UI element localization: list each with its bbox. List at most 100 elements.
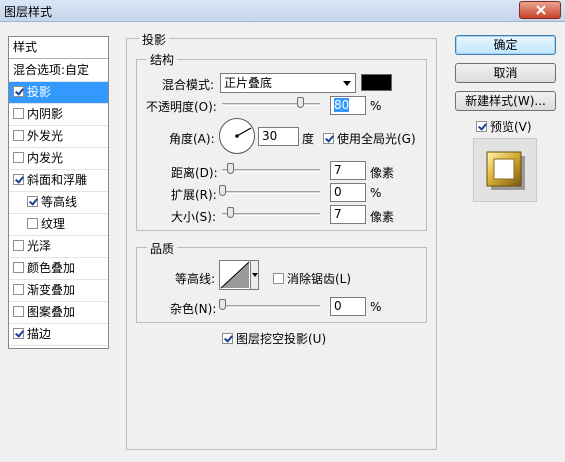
sidebar-item-checkbox[interactable] — [13, 306, 24, 317]
sidebar-item-label: 颜色叠加 — [27, 261, 76, 275]
preview-check — [476, 121, 487, 132]
distance-slider-thumb[interactable] — [227, 163, 234, 174]
sidebar-item-checkbox[interactable] — [13, 284, 24, 295]
spread-slider-thumb[interactable] — [219, 185, 226, 196]
blend-mode-value: 正片叠底 — [224, 76, 273, 90]
opacity-slider-thumb[interactable] — [297, 97, 304, 108]
sidebar-item-label: 斜面和浮雕 — [27, 173, 88, 187]
spread-slider-track[interactable] — [222, 191, 320, 194]
sidebar-item-checkbox[interactable] — [13, 240, 24, 251]
opacity-slider-track[interactable] — [222, 103, 320, 106]
close-button[interactable] — [519, 1, 561, 19]
sidebar-item-label: 投影 — [27, 85, 52, 99]
distance-slider-track[interactable] — [222, 169, 320, 172]
ok-button[interactable]: 确定 — [455, 35, 556, 55]
spread-input[interactable]: 0 — [330, 183, 366, 202]
distance-input[interactable]: 7 — [330, 161, 366, 180]
size-slider-track[interactable] — [222, 213, 320, 216]
size-input[interactable]: 7 — [330, 205, 366, 224]
sidebar-item-checkbox[interactable] — [27, 196, 38, 207]
close-icon — [536, 5, 546, 15]
sidebar-item-checkbox[interactable] — [13, 152, 24, 163]
sidebar-item-label: 描边 — [27, 327, 52, 341]
angle-unit: 度 — [302, 132, 315, 146]
sidebar-item-label: 纹理 — [41, 217, 66, 231]
style-preview — [473, 138, 537, 202]
size-unit: 像素 — [370, 210, 395, 224]
noise-input[interactable]: 0 — [330, 297, 366, 316]
structure-title: 结构 — [147, 51, 178, 68]
blend-mode-select[interactable]: 正片叠底 — [220, 73, 356, 93]
anti-alias-check — [273, 273, 284, 284]
sidebar-item-label: 图案叠加 — [27, 305, 76, 319]
drop-shadow-title: 投影 — [139, 31, 170, 48]
global-light-check — [323, 133, 334, 144]
preview-label: 预览(V) — [490, 120, 532, 134]
sidebar-item[interactable]: 等高线 — [9, 192, 108, 214]
angle-input[interactable]: 30 — [258, 127, 299, 146]
sidebar-item-label: 光泽 — [27, 239, 52, 253]
sidebar-item[interactable]: 图案叠加 — [9, 302, 108, 324]
spread-unit: % — [370, 186, 382, 200]
knockout-checkbox[interactable]: 图层挖空投影(U) — [222, 330, 326, 347]
spread-label: 扩展(R): — [171, 188, 217, 202]
angle-dial[interactable] — [218, 117, 256, 155]
title-bar: 图层样式 — [0, 0, 565, 22]
sidebar-item[interactable]: 渐变叠加 — [9, 280, 108, 302]
distance-unit: 像素 — [370, 166, 395, 180]
opacity-input[interactable]: 80 — [330, 96, 366, 115]
opacity-label: 不透明度(O): — [146, 100, 217, 114]
contour-picker[interactable] — [219, 260, 259, 290]
global-light-checkbox[interactable]: 使用全局光(G) — [323, 130, 416, 147]
sidebar-item-checkbox[interactable] — [27, 218, 38, 229]
sidebar-item[interactable]: 投影 — [9, 82, 108, 104]
styles-list: 样式 混合选项:自定投影内阴影外发光内发光斜面和浮雕等高线纹理光泽颜色叠加渐变叠… — [8, 36, 109, 349]
angle-label: 角度(A): — [169, 132, 215, 146]
contour-preview-icon — [220, 261, 250, 289]
noise-unit: % — [370, 300, 382, 314]
sidebar-item-label: 混合选项:自定 — [13, 63, 90, 77]
distance-label: 距离(D): — [171, 166, 218, 180]
contour-label: 等高线: — [175, 272, 216, 286]
sidebar-item-checkbox[interactable] — [13, 108, 24, 119]
new-style-button[interactable]: 新建样式(W)... — [455, 91, 556, 111]
contour-dropdown-button[interactable] — [250, 261, 258, 289]
sidebar-item[interactable]: 混合选项:自定 — [9, 60, 108, 82]
sidebar-item[interactable]: 光泽 — [9, 236, 108, 258]
sidebar-item-label: 等高线 — [41, 195, 78, 209]
sidebar-item-checkbox[interactable] — [13, 86, 24, 97]
sidebar-item-label: 外发光 — [27, 129, 64, 143]
anti-alias-label: 消除锯齿(L) — [287, 272, 352, 286]
preview-thumbnail-icon — [486, 151, 525, 190]
sidebar-item[interactable]: 纹理 — [9, 214, 108, 236]
noise-slider-track[interactable] — [222, 305, 320, 308]
sidebar-item[interactable]: 斜面和浮雕 — [9, 170, 108, 192]
preview-checkbox[interactable]: 预览(V) — [476, 118, 532, 135]
knockout-check — [222, 333, 233, 344]
noise-label: 杂色(N): — [170, 302, 217, 316]
sidebar-item-checkbox[interactable] — [13, 262, 24, 273]
sidebar-item-checkbox[interactable] — [13, 328, 24, 339]
chevron-down-icon — [252, 273, 258, 277]
styles-list-header: 样式 — [9, 37, 108, 59]
blend-mode-label: 混合模式: — [162, 78, 215, 92]
cancel-button[interactable]: 取消 — [455, 63, 556, 83]
quality-title: 品质 — [147, 240, 178, 257]
sidebar-item-label: 内阴影 — [27, 107, 64, 121]
shadow-color-swatch[interactable] — [361, 74, 392, 91]
size-slider-thumb[interactable] — [227, 207, 234, 218]
sidebar-item[interactable]: 外发光 — [9, 126, 108, 148]
opacity-value: 80 — [334, 98, 350, 112]
sidebar-item[interactable]: 描边 — [9, 324, 108, 346]
sidebar-item[interactable]: 颜色叠加 — [9, 258, 108, 280]
sidebar-item[interactable]: 内阴影 — [9, 104, 108, 126]
noise-slider-thumb[interactable] — [219, 299, 226, 310]
sidebar-item-checkbox[interactable] — [13, 174, 24, 185]
sidebar-item-label: 内发光 — [27, 151, 64, 165]
global-light-label: 使用全局光(G) — [337, 132, 416, 146]
sidebar-item-checkbox[interactable] — [13, 130, 24, 141]
chevron-down-icon — [343, 81, 351, 86]
anti-alias-checkbox[interactable]: 消除锯齿(L) — [273, 270, 351, 287]
opacity-unit: % — [370, 99, 382, 113]
sidebar-item[interactable]: 内发光 — [9, 148, 108, 170]
